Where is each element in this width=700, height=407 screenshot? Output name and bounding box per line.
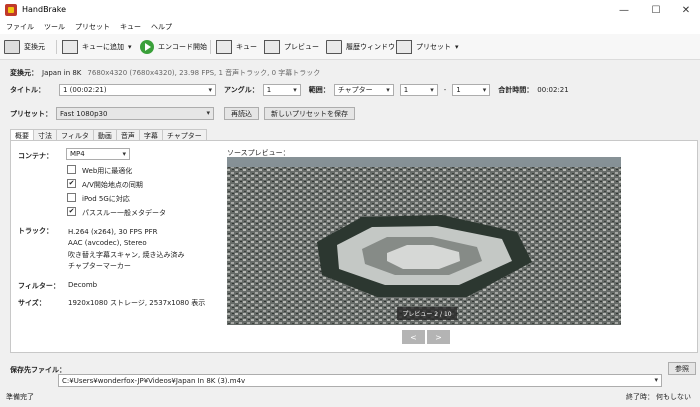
- source-button[interactable]: 変換元: [4, 38, 45, 56]
- maximize-button[interactable]: ☐: [644, 2, 668, 18]
- when-done-label: 終了時：: [626, 393, 654, 401]
- minimize-button[interactable]: —: [612, 2, 636, 18]
- source-name: Japan in 8K: [42, 69, 82, 77]
- menu-bar: ファイル ツール プリセット キュー ヘルプ: [0, 20, 700, 34]
- destination-path-input[interactable]: C:¥Users¥wonderfox-JP¥Videos¥Japan In 8K…: [58, 374, 662, 387]
- presets-button[interactable]: プリセット ▾: [396, 38, 459, 56]
- save-new-preset-button[interactable]: 新しいプリセットを保存: [264, 107, 355, 120]
- web-optimized-label: Web用に最適化: [82, 167, 133, 175]
- tab-subtitles[interactable]: 字幕: [138, 129, 163, 140]
- checkmark-icon: ✔: [68, 207, 75, 215]
- track-audio: AAC (avcodec), Stereo: [68, 239, 147, 247]
- track-video: H.264 (x264), 30 FPS PFR: [68, 228, 158, 236]
- ipod-5g-label: iPod 5Gに対応: [82, 195, 130, 203]
- filters-value: Decomb: [68, 281, 98, 289]
- web-optimized-checkbox[interactable]: [67, 165, 76, 174]
- title-row: タイトル： 1 (00:02:21) アングル： 1 範囲： チャプター 1 -…: [10, 84, 569, 96]
- close-button[interactable]: ✕: [674, 2, 698, 18]
- source-info-label: 変換元：: [10, 69, 38, 77]
- browse-button[interactable]: 参照: [668, 362, 696, 375]
- tab-summary[interactable]: 概要: [10, 129, 34, 140]
- source-details: 7680x4320 (7680x4320), 23.98 FPS, 1 音声トラ…: [87, 69, 321, 77]
- size-value: 1920x1080 ストレージ, 2537x1080 表示: [68, 299, 206, 307]
- range-label: 範囲：: [308, 86, 330, 94]
- track-subtitles: 吹き替え字幕スキャン, 焼き込み済み: [68, 251, 185, 259]
- preview-counter: プレビュー 2 / 10: [397, 307, 457, 320]
- queue-label: キュー: [236, 43, 257, 51]
- av-sync-label: A/V開始地点の同期: [82, 181, 143, 189]
- tracks-label: トラック：: [18, 227, 53, 235]
- filters-label: フィルター：: [18, 282, 60, 290]
- menu-presets[interactable]: プリセット: [75, 22, 110, 32]
- source-info: 変換元： Japan in 8K 7680x4320 (7680x4320), …: [10, 68, 320, 78]
- tab-video[interactable]: 動画: [92, 129, 117, 140]
- source-label: 変換元: [24, 43, 45, 51]
- tab-chapters[interactable]: チャプター: [161, 129, 207, 140]
- tab-filters[interactable]: フィルタ: [56, 129, 94, 140]
- toolbar: 変換元 キューに追加 ▾ エンコード開始 キュー プレビュー 履歴ウィンドウ プ…: [0, 34, 700, 60]
- chevron-down-icon[interactable]: ▾: [455, 43, 459, 51]
- passthru-metadata-checkbox[interactable]: ✔: [67, 207, 76, 216]
- queue-icon: [216, 40, 232, 54]
- range-dash: -: [443, 86, 447, 94]
- start-encode-label: エンコード開始: [158, 43, 207, 51]
- menu-tools[interactable]: ツール: [44, 22, 65, 32]
- activity-window-label: 履歴ウィンドウ: [346, 43, 395, 51]
- preview-icon: [264, 40, 280, 54]
- menu-file[interactable]: ファイル: [6, 22, 34, 32]
- track-chapters: チャプターマーカー: [68, 262, 131, 270]
- menu-queue[interactable]: キュー: [120, 22, 141, 32]
- av-sync-checkbox[interactable]: ✔: [67, 179, 76, 188]
- checkmark-icon: ✔: [68, 179, 75, 187]
- handbrake-app-icon: [5, 4, 17, 16]
- menu-help[interactable]: ヘルプ: [151, 22, 172, 32]
- container-select[interactable]: MP4: [66, 148, 130, 160]
- city-aerial-image: [227, 157, 621, 325]
- angle-select[interactable]: 1: [262, 84, 301, 96]
- title-bar: HandBrake — ☐ ✕: [0, 0, 700, 20]
- play-icon: [140, 40, 154, 54]
- reload-preset-button[interactable]: 再読込: [224, 107, 259, 120]
- passthru-metadata-label: パススルー一般メタデータ: [82, 209, 166, 217]
- add-queue-icon: [62, 40, 78, 54]
- title-select[interactable]: 1 (00:02:21): [59, 84, 216, 96]
- duration-value: 00:02:21: [537, 86, 569, 94]
- when-done-select[interactable]: 何もしない: [656, 392, 691, 402]
- range-start-select[interactable]: 1: [399, 84, 438, 96]
- add-to-queue-button[interactable]: キューに追加 ▾: [62, 38, 132, 56]
- preview-next-button[interactable]: >: [427, 330, 450, 344]
- duration-label: 合計時間：: [498, 86, 534, 94]
- film-icon: [4, 40, 20, 54]
- settings-tabs: 概要 寸法 フィルタ 動画 音声 字幕 チャプター: [10, 129, 207, 140]
- tab-audio[interactable]: 音声: [115, 129, 140, 140]
- presets-label: プリセット: [416, 43, 451, 51]
- tab-dimensions[interactable]: 寸法: [33, 129, 57, 140]
- preview-prev-button[interactable]: <: [402, 330, 425, 344]
- preset-select[interactable]: Fast 1080p30: [56, 107, 214, 120]
- preview-button[interactable]: プレビュー: [264, 38, 319, 56]
- range-end-select[interactable]: 1: [452, 84, 491, 96]
- ipod-5g-checkbox[interactable]: [67, 193, 76, 202]
- activity-window-button[interactable]: 履歴ウィンドウ: [326, 38, 395, 56]
- preset-row: プリセット： Fast 1080p30 再読込 新しいプリセットを保存: [10, 107, 355, 120]
- status-bar: 準備完了 終了時： 何もしない: [0, 388, 700, 407]
- gear-icon: [396, 40, 412, 54]
- chevron-down-icon[interactable]: ▾: [128, 43, 132, 51]
- container-label: コンテナ：: [18, 152, 53, 160]
- size-label: サイズ：: [18, 299, 46, 307]
- preview-label: プレビュー: [284, 43, 319, 51]
- preview-image: プレビュー 2 / 10: [227, 157, 621, 325]
- title-label: タイトル：: [10, 86, 45, 94]
- add-to-queue-label: キューに追加: [82, 43, 124, 51]
- angle-label: アングル：: [224, 86, 259, 94]
- activity-icon: [326, 40, 342, 54]
- start-encode-button[interactable]: エンコード開始: [140, 38, 207, 56]
- preset-label: プリセット：: [10, 109, 52, 118]
- range-type-select[interactable]: チャプター: [333, 84, 394, 96]
- status-text: 準備完了: [6, 393, 34, 401]
- window-title: HandBrake: [22, 5, 67, 14]
- queue-button[interactable]: キュー: [216, 38, 257, 56]
